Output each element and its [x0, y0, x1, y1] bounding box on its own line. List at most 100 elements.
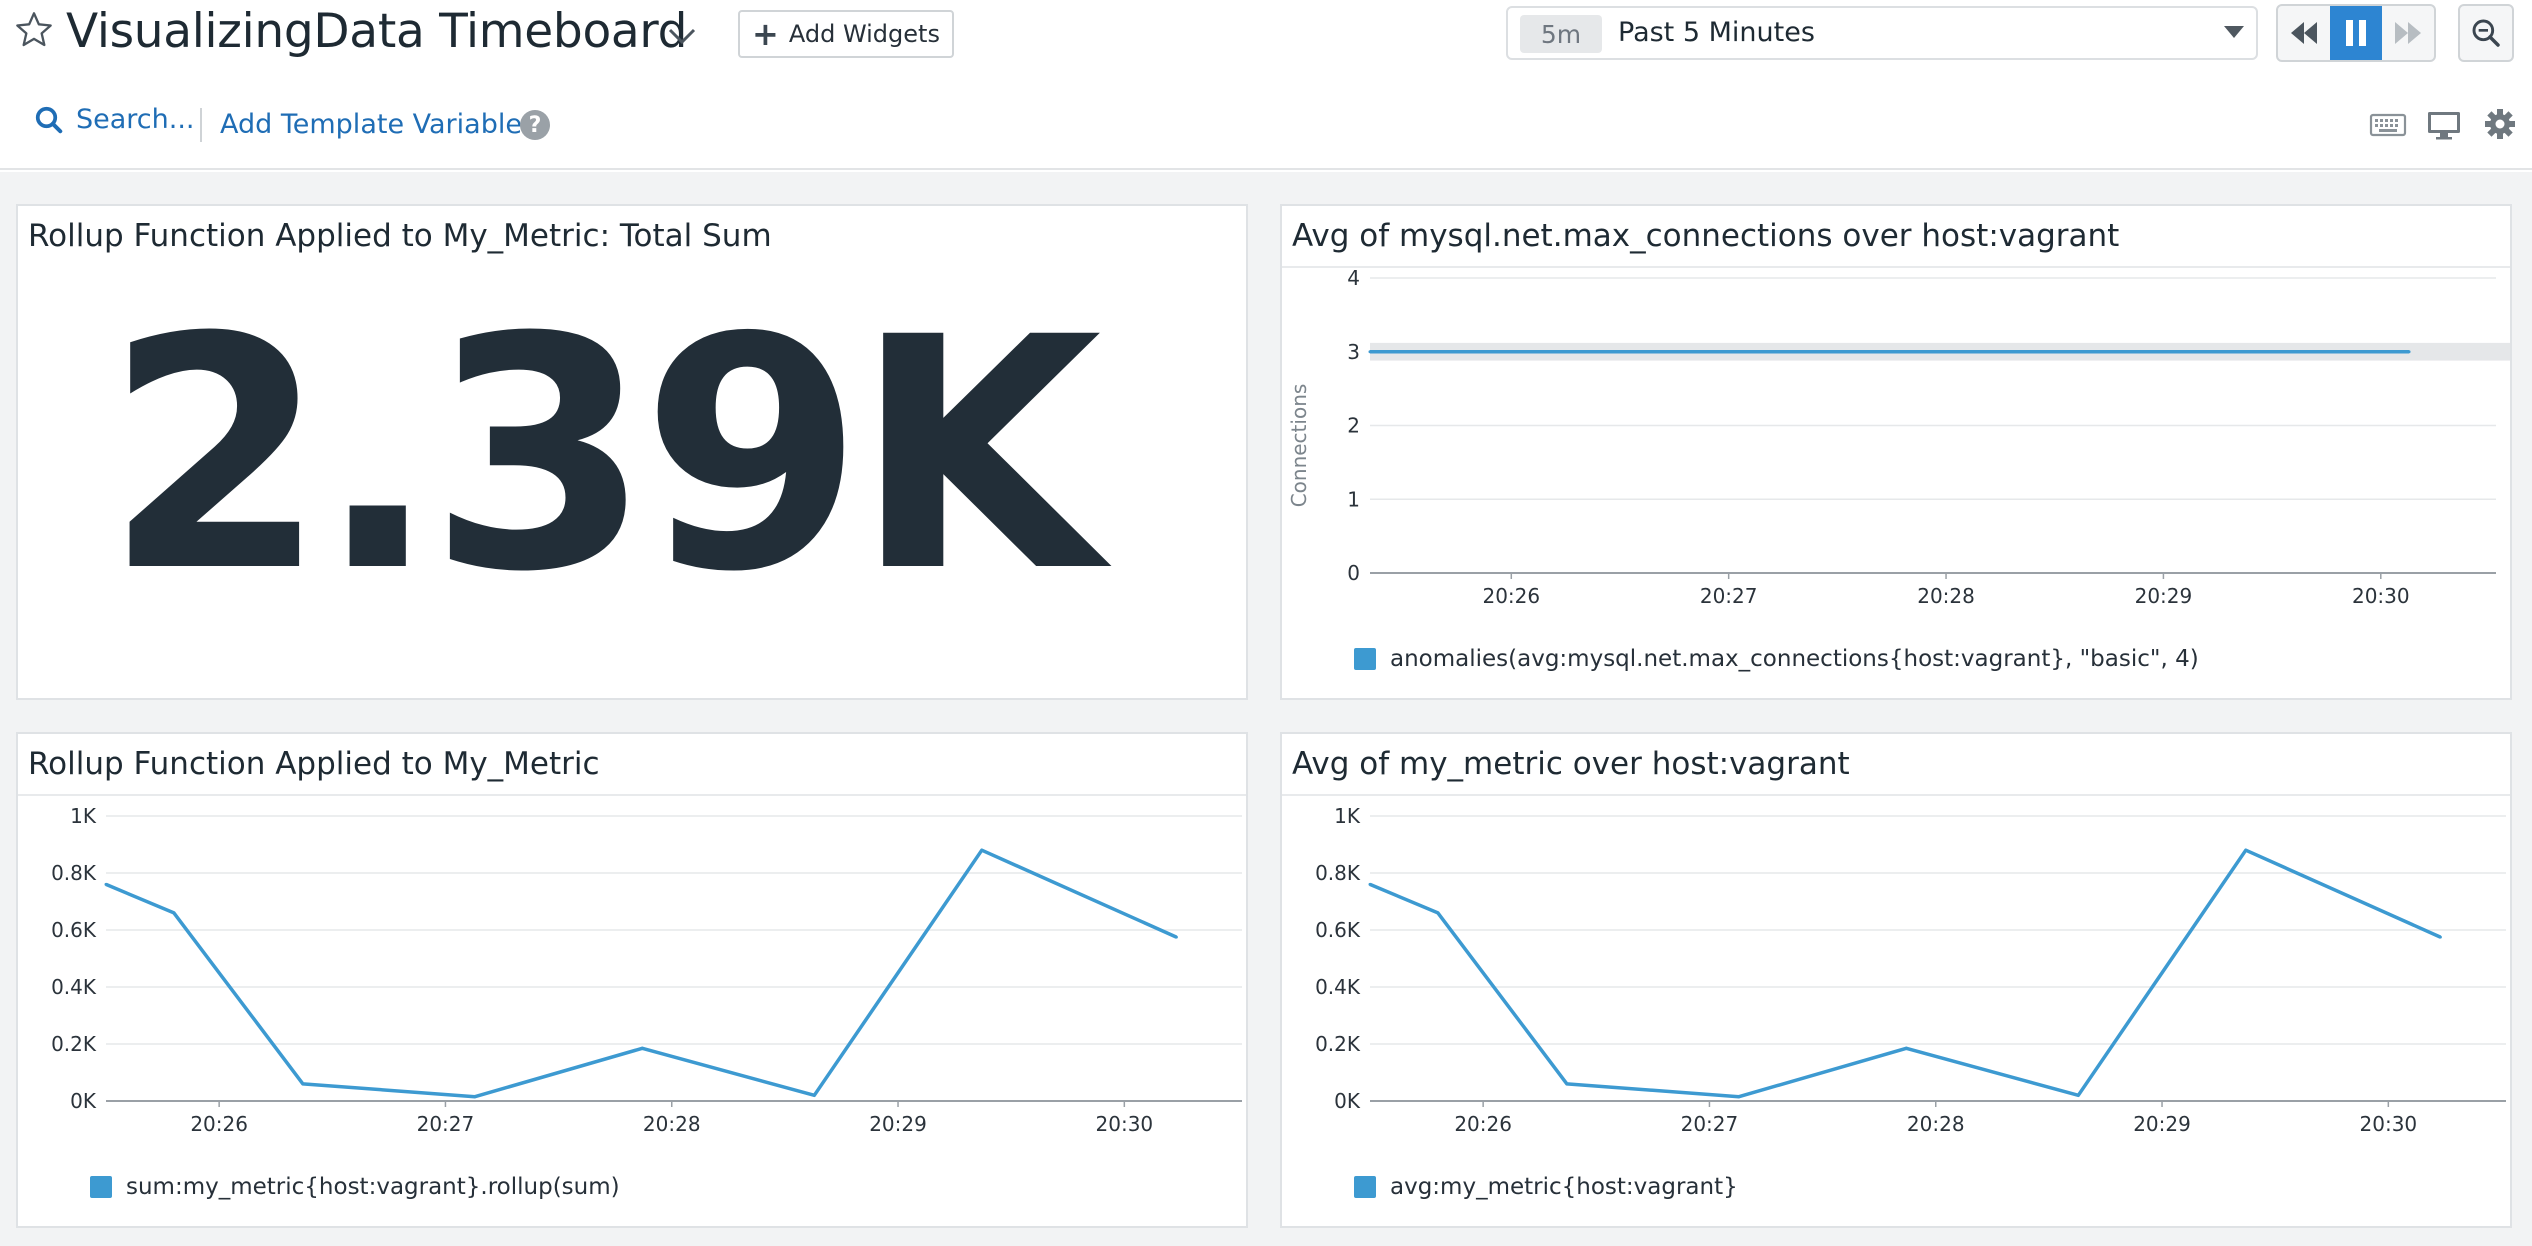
data-point: [2438, 935, 2442, 939]
x-tick-label: 20:30: [1096, 1112, 1154, 1136]
widget-title: Avg of mysql.net.max_connections over ho…: [1292, 218, 2120, 254]
y-tick-label: 0.6K: [1315, 918, 1361, 942]
magnifier-minus-icon: [2472, 19, 2500, 47]
x-tick-label: 20:28: [1917, 584, 1975, 608]
rollup-line-widget[interactable]: Rollup Function Applied to My_Metric 0K 0…: [16, 732, 1248, 1228]
top-header: VisualizingData Timeboard + Add Widgets …: [0, 0, 2532, 170]
keyboard-icon[interactable]: [2368, 106, 2408, 142]
y-tick-label: 4: [1347, 268, 1360, 290]
y-tick-label: 0.4K: [1315, 975, 1361, 999]
x-tick-label: 20:30: [2360, 1112, 2418, 1136]
x-tick-label: 20:26: [1454, 1112, 1512, 1136]
y-tick-label: 0.2K: [51, 1032, 97, 1056]
y-tick-label: 2: [1347, 414, 1360, 438]
star-icon[interactable]: [14, 10, 54, 50]
data-point: [1737, 1095, 1741, 1099]
query-value-widget[interactable]: Rollup Function Applied to My_Metric: To…: [16, 204, 1248, 700]
y-tick-label: 0.8K: [1315, 861, 1361, 885]
plus-icon: +: [752, 15, 779, 53]
y-tick-label: 0K: [1334, 1089, 1361, 1113]
caret-down-icon: [2224, 26, 2244, 38]
x-tick-label: 20:27: [1700, 584, 1758, 608]
pause-icon: [2346, 20, 2366, 46]
divider: [200, 108, 202, 142]
y-tick-label: 0.8K: [51, 861, 97, 885]
x-tick-label: 20:30: [2352, 584, 2410, 608]
x-tick-label: 20:29: [869, 1112, 927, 1136]
y-tick-label: 0.2K: [1315, 1032, 1361, 1056]
chart-legend[interactable]: avg:my_metric{host:vagrant}: [1354, 1174, 1738, 1200]
legend-label: anomalies(avg:mysql.net.max_connections{…: [1390, 646, 2199, 672]
data-point: [2076, 1093, 2080, 1097]
monitor-icon[interactable]: [2424, 106, 2464, 142]
data-point: [1436, 911, 1440, 915]
x-tick-label: 20:27: [1681, 1112, 1739, 1136]
data-point: [1904, 1046, 1908, 1050]
widget-title: Rollup Function Applied to My_Metric: [28, 746, 600, 782]
x-tick-label: 20:28: [1907, 1112, 1965, 1136]
x-tick-label: 20:27: [417, 1112, 475, 1136]
data-point: [473, 1095, 477, 1099]
legend-swatch: [90, 1176, 112, 1198]
fast-forward-button[interactable]: [2382, 6, 2434, 60]
mysql-connections-widget[interactable]: Avg of mysql.net.max_connections over ho…: [1280, 204, 2512, 700]
timeframe-chip: 5m: [1520, 15, 1602, 53]
data-point: [1368, 350, 1372, 354]
x-tick-label: 20:29: [2135, 584, 2193, 608]
y-axis-label: Connections: [1287, 384, 1311, 508]
data-point: [1368, 882, 1372, 886]
avg-metric-widget[interactable]: Avg of my_metric over host:vagrant 0K 0.2…: [1280, 732, 2512, 1228]
search-label: Search...: [76, 104, 195, 135]
series-line: [105, 848, 1178, 1099]
chart-legend[interactable]: sum:my_metric{host:vagrant}.rollup(sum): [90, 1174, 620, 1200]
legend-swatch: [1354, 648, 1376, 670]
search-icon: [35, 106, 63, 133]
avg-metric-line-chart[interactable]: 0K 0.2K 0.4K 0.6K 0.8K 1K 20:26 20:27 20:28 20:29…: [1282, 796, 2510, 1136]
data-point: [301, 1082, 305, 1086]
dashboard-grid: Rollup Function Applied to My_Metric: To…: [0, 172, 2532, 1246]
zoom-out-button[interactable]: [2458, 4, 2514, 62]
rewind-button[interactable]: [2278, 6, 2330, 60]
data-point: [1174, 935, 1178, 939]
playback-controls: [2276, 4, 2436, 62]
data-point: [980, 848, 984, 852]
legend-swatch: [1354, 1176, 1376, 1198]
y-tick-label: 1K: [1334, 804, 1361, 828]
legend-label: avg:my_metric{host:vagrant}: [1390, 1174, 1738, 1200]
y-tick-label: 0.6K: [51, 918, 97, 942]
data-point: [1565, 1082, 1569, 1086]
x-tick-label: 20:26: [190, 1112, 248, 1136]
dashboard-title[interactable]: VisualizingData Timeboard: [66, 2, 687, 62]
rollup-line-chart[interactable]: 0K 0.2K 0.4K 0.6K 0.8K 1K 20:26 20:27 20:28 20:29…: [18, 796, 1246, 1136]
x-tick-label: 20:29: [2133, 1112, 2191, 1136]
y-tick-label: 0K: [70, 1089, 97, 1113]
y-tick-label: 1K: [70, 804, 97, 828]
data-point: [640, 1046, 644, 1050]
data-point: [2407, 350, 2411, 354]
timeframe-label: Past 5 Minutes: [1618, 17, 1815, 48]
add-widgets-label: Add Widgets: [788, 20, 940, 48]
y-tick-label: 0.4K: [51, 975, 97, 999]
y-tick-label: 3: [1347, 340, 1360, 364]
add-template-variables-link[interactable]: Add Template Variables: [220, 108, 536, 142]
data-point: [812, 1093, 816, 1097]
y-tick-label: 1: [1347, 487, 1360, 511]
data-point: [2244, 848, 2248, 852]
legend-label: sum:my_metric{host:vagrant}.rollup(sum): [126, 1174, 620, 1200]
mysql-connections-chart[interactable]: 0 1 2 3 4 20:26 20:27 20:28 20:29 20:30 Connection…: [1282, 268, 2510, 608]
rewind-icon: [2291, 22, 2317, 44]
x-tick-label: 20:26: [1482, 584, 1540, 608]
chevron-down-icon[interactable]: [664, 18, 700, 54]
help-icon[interactable]: ?: [520, 110, 550, 140]
search-link[interactable]: Search...: [34, 104, 195, 135]
widget-title: Avg of my_metric over host:vagrant: [1292, 746, 1850, 782]
fast-forward-icon: [2395, 22, 2421, 44]
pause-button[interactable]: [2330, 6, 2382, 60]
gear-icon[interactable]: [2480, 106, 2520, 142]
data-point: [172, 911, 176, 915]
add-widgets-button[interactable]: + Add Widgets: [738, 10, 954, 58]
x-tick-label: 20:28: [643, 1112, 701, 1136]
timeframe-selector[interactable]: 5m Past 5 Minutes: [1506, 6, 2258, 60]
widget-title: Rollup Function Applied to My_Metric: To…: [28, 218, 772, 254]
chart-legend[interactable]: anomalies(avg:mysql.net.max_connections{…: [1354, 646, 2199, 672]
